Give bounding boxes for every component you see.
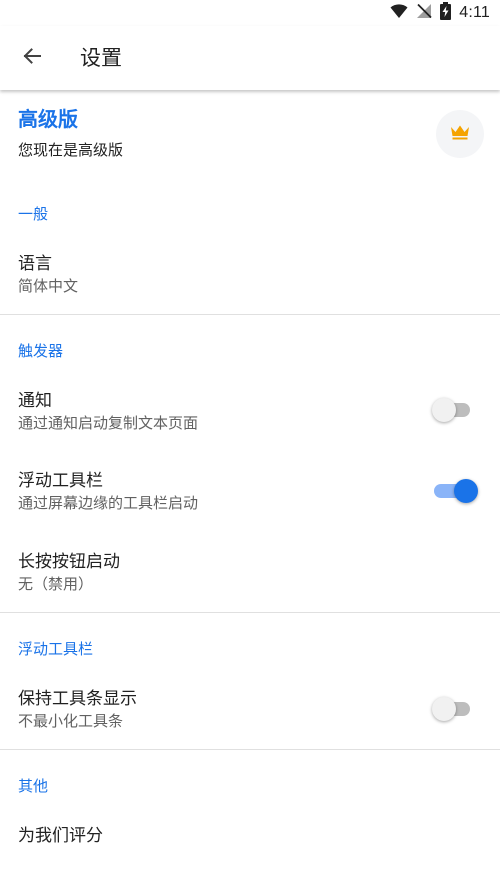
language-value: 简体中文 bbox=[18, 277, 79, 295]
divider bbox=[0, 749, 500, 750]
app-bar: 设置 bbox=[0, 26, 500, 90]
floating-toolbar-toggle[interactable] bbox=[432, 478, 478, 504]
premium-subtitle: 您现在是高级版 bbox=[18, 141, 124, 159]
long-press-title: 长按按钮启动 bbox=[18, 552, 120, 572]
battery-charging-icon bbox=[440, 2, 452, 24]
section-header-other: 其他 bbox=[18, 777, 49, 795]
arrow-back-icon bbox=[22, 46, 42, 70]
divider bbox=[0, 612, 500, 613]
keep-visible-toggle[interactable] bbox=[432, 696, 472, 722]
crown-icon bbox=[450, 124, 470, 144]
status-time: 4:11 bbox=[459, 4, 490, 21]
toggle-thumb bbox=[432, 398, 456, 422]
toggle-thumb bbox=[432, 697, 456, 721]
floating-toolbar-title: 浮动工具栏 bbox=[18, 471, 103, 491]
no-signal-icon bbox=[416, 3, 432, 23]
section-header-trigger: 触发器 bbox=[18, 342, 64, 360]
notification-toggle[interactable] bbox=[432, 397, 472, 423]
notification-subtitle: 通过通知启动复制文本页面 bbox=[18, 414, 199, 432]
wifi-icon bbox=[390, 3, 408, 23]
section-header-general: 一般 bbox=[18, 205, 49, 223]
premium-badge[interactable] bbox=[436, 110, 484, 158]
back-button[interactable] bbox=[14, 40, 50, 76]
long-press-value: 无（禁用） bbox=[18, 575, 94, 593]
premium-row[interactable]: 高级版 您现在是高级版 bbox=[0, 90, 500, 176]
rate-us-title: 为我们评分 bbox=[18, 826, 103, 846]
toggle-thumb bbox=[454, 479, 478, 503]
status-icons: 4:11 bbox=[390, 2, 490, 24]
page-title: 设置 bbox=[80, 46, 122, 70]
section-header-floating-toolbar: 浮动工具栏 bbox=[18, 640, 94, 658]
premium-title: 高级版 bbox=[18, 107, 78, 131]
notification-title: 通知 bbox=[18, 391, 52, 411]
floating-toolbar-subtitle: 通过屏幕边缘的工具栏启动 bbox=[18, 494, 199, 512]
language-title: 语言 bbox=[18, 254, 52, 274]
keep-visible-subtitle: 不最小化工具条 bbox=[18, 712, 124, 730]
status-bar: 4:11 bbox=[0, 0, 500, 26]
keep-visible-title: 保持工具条显示 bbox=[18, 689, 137, 709]
divider bbox=[0, 314, 500, 315]
